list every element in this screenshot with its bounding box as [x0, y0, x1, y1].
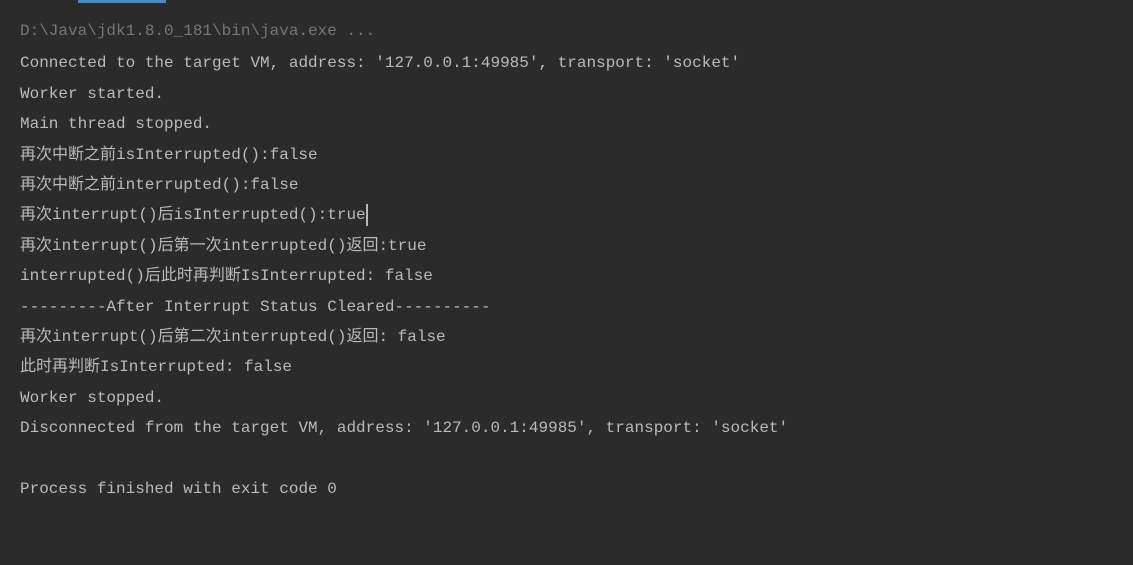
output-line: 再次interrupt()后第二次interrupted()返回: false	[20, 322, 1113, 352]
output-line-with-cursor: 再次interrupt()后isInterrupted():true	[20, 200, 366, 230]
command-line: D:\Java\jdk1.8.0_181\bin\java.exe ...	[20, 16, 1113, 46]
output-line: Connected to the target VM, address: '12…	[20, 48, 1113, 78]
text-cursor	[366, 204, 368, 226]
output-text: 再次interrupt()后isInterrupted():true	[20, 206, 366, 224]
output-line: interrupted()后此时再判断IsInterrupted: false	[20, 261, 1113, 291]
output-line: Worker stopped.	[20, 383, 1113, 413]
output-line: Worker started.	[20, 79, 1113, 109]
output-line: Process finished with exit code 0	[20, 474, 1113, 504]
output-line: 此时再判断IsInterrupted: false	[20, 352, 1113, 382]
output-line: Disconnected from the target VM, address…	[20, 413, 1113, 443]
output-line: ---------After Interrupt Status Cleared-…	[20, 292, 1113, 322]
output-line-empty	[20, 443, 1113, 473]
output-line: 再次中断之前interrupted():false	[20, 170, 1113, 200]
output-line: 再次interrupt()后第一次interrupted()返回:true	[20, 231, 1113, 261]
console-output[interactable]: D:\Java\jdk1.8.0_181\bin\java.exe ... Co…	[0, 0, 1133, 504]
output-line: Main thread stopped.	[20, 109, 1113, 139]
active-tab-indicator	[78, 0, 166, 3]
output-line: 再次中断之前isInterrupted():false	[20, 140, 1113, 170]
